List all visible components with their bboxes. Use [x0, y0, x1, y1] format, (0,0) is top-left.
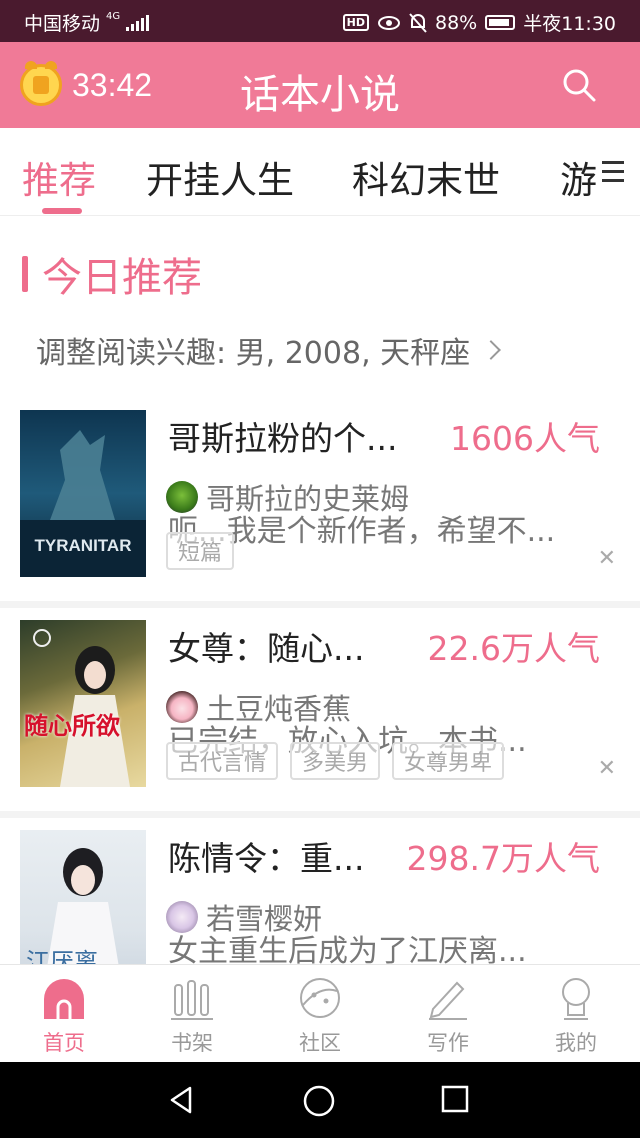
- book-cover[interactable]: 随心所欲: [20, 620, 146, 787]
- close-icon[interactable]: ✕: [598, 546, 616, 571]
- cover-title: 随心所欲: [24, 711, 120, 740]
- tag-list: 短篇: [166, 532, 235, 570]
- nav-home-label: 首页: [43, 1031, 85, 1055]
- book-tag[interactable]: 女尊男卑: [392, 742, 505, 780]
- section-accent-bar: [22, 256, 28, 292]
- tag-list: 古代言情 多美男 女尊男卑: [166, 742, 505, 780]
- today-recommend-header: 今日推荐: [22, 245, 202, 303]
- cover-title: TYRANITAR: [34, 536, 132, 555]
- book-item[interactable]: 随心所欲 女尊：随心... 22.6万人气 土豆炖香蕉 已完结，放心入坑。本书.…: [0, 608, 640, 818]
- tab-cheat-life[interactable]: 开挂人生: [146, 150, 294, 204]
- nav-write-label: 写作: [427, 1031, 469, 1055]
- chevron-right-icon: [481, 340, 502, 360]
- adjust-interest-link[interactable]: 调整阅读兴趣: 男, 2008, 天秤座: [36, 328, 502, 372]
- tab-scifi-apocalypse[interactable]: 科幻末世: [352, 150, 500, 204]
- bookshelf-icon: [171, 980, 213, 1020]
- book-tag[interactable]: 多美男: [290, 742, 381, 780]
- nav-write[interactable]: 写作: [384, 965, 512, 1062]
- bottom-nav: 首页 书架 社区 写作 我的: [0, 964, 640, 1062]
- system-nav-bar: [0, 1062, 640, 1138]
- nav-home[interactable]: 首页: [0, 965, 128, 1062]
- nav-community[interactable]: 社区: [256, 965, 384, 1062]
- app-bar: 33:42 话本小说: [0, 42, 640, 128]
- carrier-label: 中国移动: [24, 13, 101, 35]
- nav-bookshelf-label: 书架: [171, 1031, 213, 1055]
- book-popularity: 22.6万人气: [427, 629, 600, 668]
- tab-game[interactable]: 游: [560, 150, 597, 204]
- book-tag[interactable]: 古代言情: [166, 742, 279, 780]
- hd-badge: HD: [342, 14, 369, 31]
- nav-bookshelf[interactable]: 书架: [128, 965, 256, 1062]
- search-icon[interactable]: [562, 68, 596, 102]
- eye-icon: [378, 15, 400, 30]
- book-tag[interactable]: 短篇: [166, 532, 235, 570]
- book-title: 哥斯拉粉的个...: [168, 419, 398, 458]
- active-tab-indicator: [42, 208, 82, 214]
- nav-profile-label: 我的: [555, 1031, 597, 1055]
- recents-icon[interactable]: [440, 1084, 470, 1114]
- close-icon[interactable]: ✕: [598, 756, 616, 781]
- nav-profile[interactable]: 我的: [512, 965, 640, 1062]
- status-bar: 中国移动 4G HD 88% 半夜11:30: [0, 0, 640, 42]
- write-icon: [429, 981, 467, 1020]
- category-tabs: 推荐 开挂人生 科幻末世 游: [0, 128, 640, 216]
- book-cover[interactable]: TYRANITAR: [20, 410, 146, 577]
- community-icon: [300, 978, 340, 1018]
- section-title: 今日推荐: [42, 255, 202, 301]
- home-icon: [44, 979, 84, 1019]
- book-popularity: 298.7万人气: [406, 839, 600, 878]
- clock: 半夜11:30: [523, 13, 616, 35]
- book-title: 女尊：随心...: [168, 629, 365, 668]
- book-item[interactable]: TYRANITAR 哥斯拉粉的个... 1606人气 哥斯拉的史莱姆 呃...我…: [0, 398, 640, 608]
- mute-bell-icon: [409, 12, 427, 33]
- tab-menu-icon[interactable]: [600, 158, 626, 186]
- nav-community-label: 社区: [299, 1031, 341, 1055]
- app-title: 话本小说: [240, 72, 400, 118]
- battery-percent: 88%: [435, 11, 478, 34]
- back-icon[interactable]: [166, 1084, 198, 1116]
- network-label: 4G: [106, 11, 121, 22]
- signal-icon: [126, 14, 150, 31]
- home-circle-icon[interactable]: [302, 1084, 336, 1118]
- book-title: 陈情令：重...: [168, 839, 365, 878]
- tab-recommend[interactable]: 推荐: [22, 150, 96, 204]
- profile-icon: [562, 978, 590, 1020]
- book-popularity: 1606人气: [450, 419, 600, 458]
- interest-text: 调整阅读兴趣: 男, 2008, 天秤座: [36, 336, 471, 371]
- battery-icon: [485, 15, 516, 30]
